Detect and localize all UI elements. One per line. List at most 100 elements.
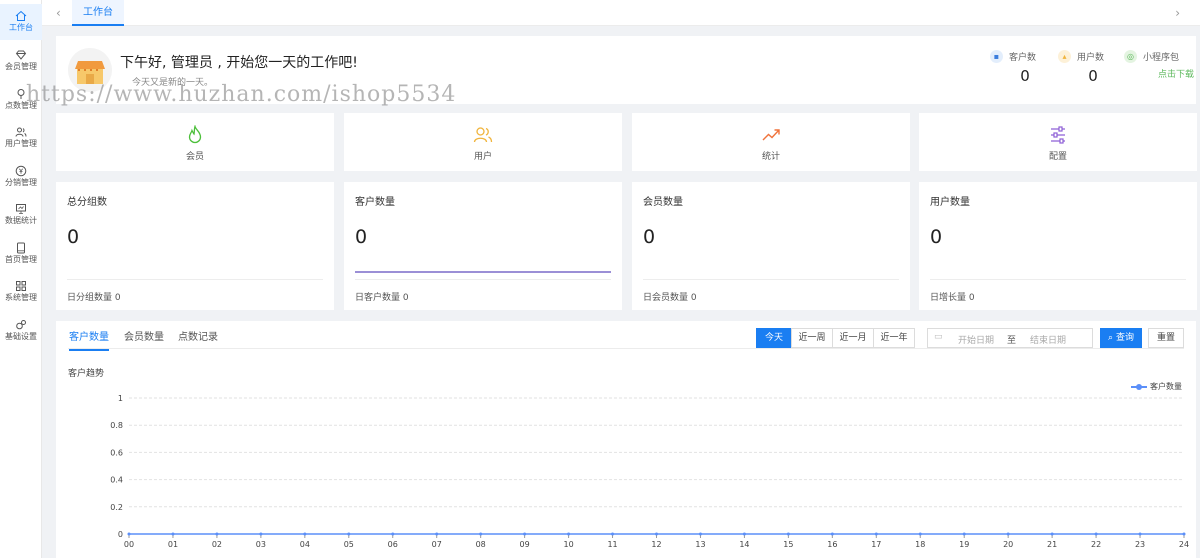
- stat-card-title: 会员数量: [643, 197, 683, 208]
- data-point: [127, 532, 131, 536]
- data-point: [786, 532, 790, 536]
- data-point: [1094, 532, 1098, 536]
- shortcut-label: 配置: [1048, 152, 1067, 162]
- data-point: [655, 532, 658, 536]
- data-point: [611, 532, 615, 536]
- tab-scroll-left-icon[interactable]: ‹: [56, 6, 61, 20]
- data-point: [830, 532, 834, 536]
- y-tick-label: 1: [118, 394, 123, 403]
- divider: [930, 279, 1186, 280]
- stat-card-users: 用户数量 0 日增长量 0: [919, 182, 1197, 310]
- sidebar-item-label: 数据统计: [5, 216, 37, 225]
- coin-icon: [15, 165, 27, 177]
- x-tick-label: 21: [1047, 540, 1057, 549]
- sparkline: [355, 271, 611, 273]
- stat-card-title: 总分组数: [67, 197, 107, 208]
- gears-icon: [16, 320, 26, 330]
- stat-card-title: 客户数量: [355, 197, 395, 208]
- shortcut-label: 统计: [761, 152, 780, 162]
- diamond-icon: [15, 50, 27, 60]
- data-point: [171, 532, 175, 536]
- header-stat-miniapp: ◎ 小程序包 点击下载: [1124, 50, 1194, 80]
- sidebar-item-label: 工作台: [9, 23, 33, 32]
- sidebar-item-system[interactable]: 系统管理: [0, 274, 42, 310]
- stat-card-footer: 日客户数量 0: [355, 293, 409, 303]
- sidebar-item-homepage[interactable]: 首页管理: [0, 236, 42, 272]
- x-tick-label: 17: [871, 540, 881, 549]
- x-tick-label: 10: [563, 540, 573, 549]
- grid-icon: [16, 281, 26, 291]
- x-tick-label: 20: [1003, 540, 1013, 549]
- x-tick-label: 13: [695, 540, 705, 549]
- y-tick-label: 0.6: [110, 448, 123, 457]
- miniapp-icon: ◎: [1124, 50, 1137, 63]
- stat-card-footer: 日分组数量 0: [67, 293, 121, 303]
- stat-card-value: 0: [643, 226, 656, 248]
- tab-scroll-right-icon[interactable]: ›: [1175, 6, 1180, 20]
- shortcut-users[interactable]: 用户: [344, 113, 622, 171]
- sidebar-item-label: 分销管理: [5, 178, 37, 187]
- x-tick-label: 09: [520, 540, 530, 549]
- welcome-card: 下午好, 管理员 , 开始您一天的工作吧! 今天又是新的一天。 ▪ 客户数 0 ▴…: [56, 36, 1196, 104]
- shortcut-label: 会员: [185, 152, 204, 162]
- x-tick-label: 24: [1179, 540, 1189, 549]
- presentation-icon: [16, 204, 26, 214]
- stat-card-value: 0: [355, 226, 368, 248]
- shortcut-config[interactable]: 配置: [919, 113, 1197, 171]
- people-icon: [473, 127, 493, 143]
- tab-workbench[interactable]: 工作台: [72, 0, 124, 26]
- x-tick-label: 05: [344, 540, 354, 549]
- data-point: [215, 532, 219, 536]
- x-tick-label: 04: [300, 540, 310, 549]
- header-stat-value: 0: [1020, 67, 1030, 85]
- x-tick-label: 08: [476, 540, 486, 549]
- data-point: [698, 532, 702, 536]
- data-point: [1182, 532, 1186, 536]
- header-stat-label: 用户数: [1077, 53, 1105, 63]
- x-tick-label: 22: [1091, 540, 1101, 549]
- trend-chart: 0 0.2 0.4 0.6 0.8 1 00 01 02 03 04 05 06 07 08 09 10 11 12…: [110, 394, 1189, 549]
- x-tick-label: 14: [739, 540, 749, 549]
- sidebar-item-statistics[interactable]: 数据统计: [0, 197, 42, 233]
- x-tick-label: 01: [168, 540, 178, 549]
- sidebar-item-workbench[interactable]: 工作台: [0, 4, 42, 40]
- y-tick-label: 0.2: [110, 503, 123, 512]
- x-tick-label: 18: [915, 540, 925, 549]
- sidebar-item-basic-settings[interactable]: 基础设置: [0, 313, 42, 349]
- stat-card-groups: 总分组数 0 日分组数量 0: [56, 182, 334, 310]
- header-stat-users: ▴ 用户数 0: [1058, 50, 1128, 85]
- x-tick-label: 23: [1135, 540, 1145, 549]
- x-tick-label: 00: [124, 540, 134, 549]
- stat-card-customers: 客户数量 0 日客户数量 0: [344, 182, 622, 310]
- x-tick-label: 03: [256, 540, 266, 549]
- x-tick-label: 16: [827, 540, 837, 549]
- tablet-icon: [17, 242, 25, 254]
- sidebar-item-users[interactable]: 用户管理: [0, 120, 42, 156]
- data-point: [567, 532, 571, 536]
- shortcut-statistics[interactable]: 统计: [632, 113, 910, 171]
- divider: [643, 279, 899, 280]
- sidebar-item-label: 会员管理: [5, 62, 37, 71]
- shortcut-members[interactable]: 会员: [56, 113, 334, 171]
- download-link[interactable]: 点击下载: [1124, 67, 1194, 80]
- sidebar-item-points[interactable]: 点数管理: [0, 82, 42, 118]
- divider: [67, 279, 323, 280]
- greeting-subtitle: 今天又是新的一天。: [132, 78, 214, 88]
- x-tick-label: 06: [388, 540, 398, 549]
- flame-icon: [188, 125, 202, 144]
- sidebar-item-members[interactable]: 会员管理: [0, 43, 42, 79]
- x-tick-label: 19: [959, 540, 969, 549]
- stat-card-footer: 日增长量 0: [930, 293, 975, 303]
- data-point: [303, 532, 307, 536]
- data-point: [742, 532, 746, 536]
- data-point: [1050, 532, 1054, 536]
- sidebar-item-label: 首页管理: [5, 255, 37, 264]
- trend-icon: [762, 129, 780, 141]
- shortcut-label: 用户: [473, 152, 492, 162]
- header-stat-label: 小程序包: [1143, 53, 1180, 63]
- avatar: [68, 48, 112, 92]
- x-tick-label: 11: [607, 540, 617, 549]
- sidebar: 工作台 会员管理 点数管理 用户管理 分销管理 数据统计 首页管理 系统管理 基…: [0, 0, 42, 558]
- data-point: [523, 532, 527, 536]
- sidebar-item-distribution[interactable]: 分销管理: [0, 159, 42, 195]
